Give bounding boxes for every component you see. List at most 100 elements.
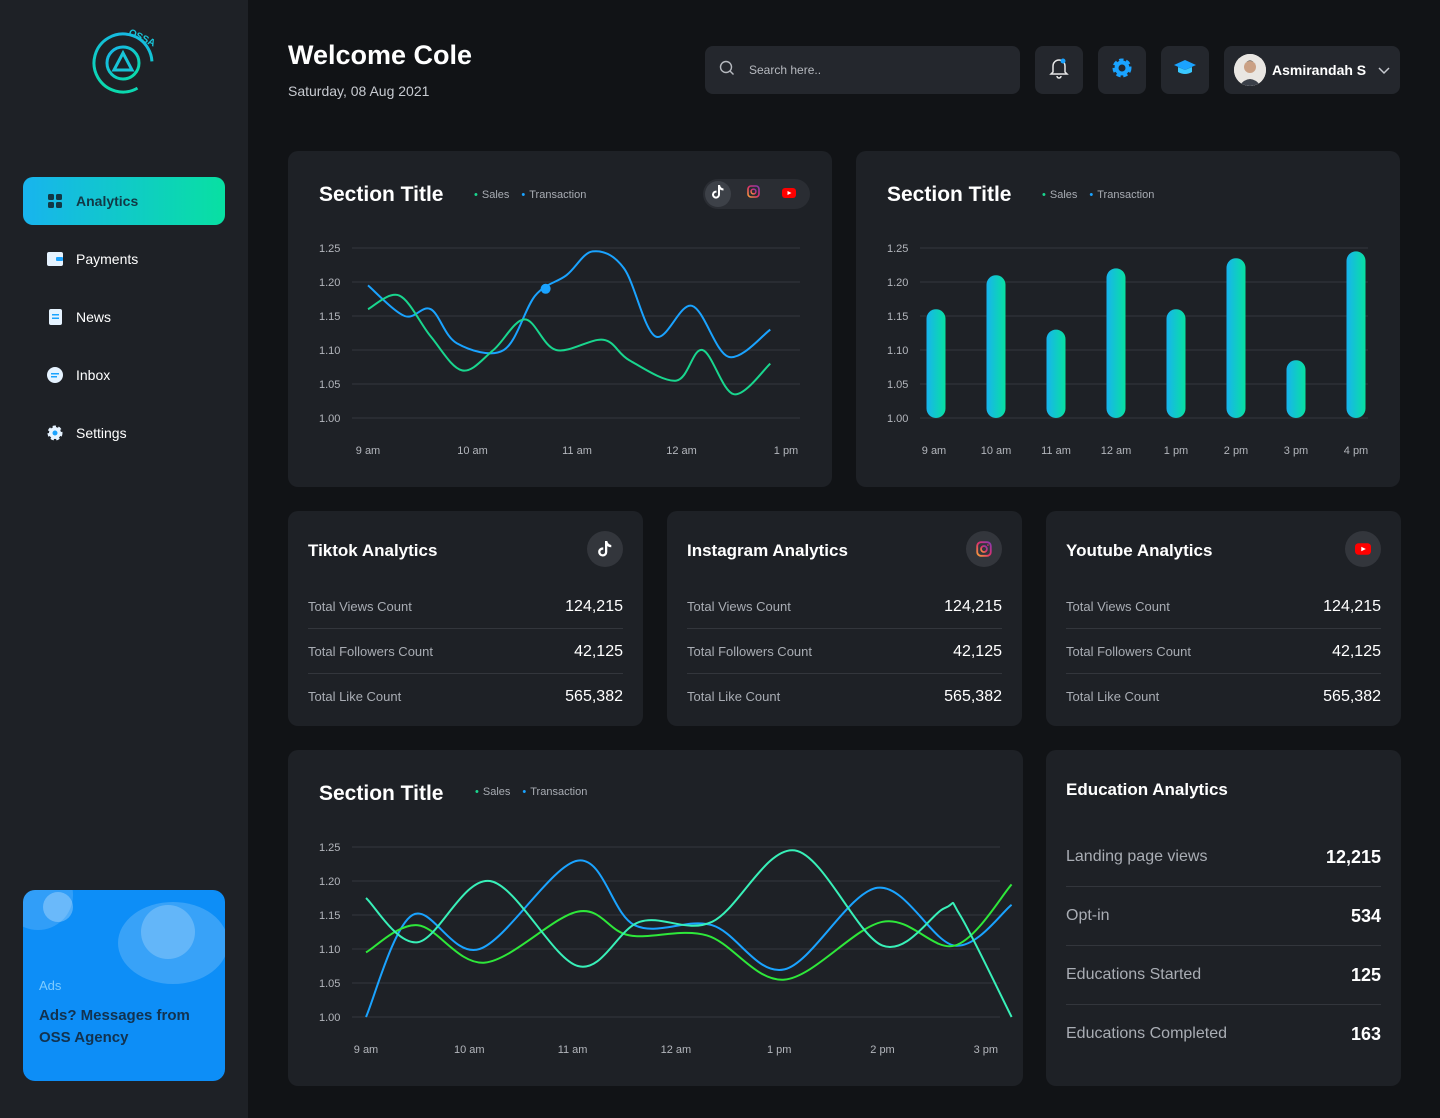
stat-label: Opt-in xyxy=(1066,907,1110,924)
stat-label: Educations Started xyxy=(1066,966,1202,983)
sidebar-item-label: Payments xyxy=(76,251,139,267)
chevron-down-icon xyxy=(1378,62,1390,80)
sidebar-item-settings[interactable]: Settings xyxy=(23,409,225,457)
x-tick-label: 12 am xyxy=(666,445,697,457)
stat-label: Total Views Count xyxy=(1066,599,1170,614)
y-tick-label: 1.10 xyxy=(319,944,340,956)
x-tick-label: 1 pm xyxy=(767,1044,791,1056)
youtube-icon[interactable] xyxy=(1345,531,1381,567)
x-tick-label: 9 am xyxy=(922,445,946,457)
stat-label: Total Views Count xyxy=(308,599,412,614)
stat-value: 534 xyxy=(1350,905,1381,926)
stat-row: Total Followers Count 42,125 xyxy=(308,629,623,674)
x-tick-label: 11 am xyxy=(558,1044,588,1056)
user-name: Asmirandah S xyxy=(1272,62,1367,78)
stat-value: 42,125 xyxy=(1332,642,1381,660)
sidebar-item-payments[interactable]: Payments xyxy=(23,235,225,283)
stat-value: 163 xyxy=(1350,1023,1381,1044)
y-tick-label: 1.10 xyxy=(887,345,908,357)
stat-row: Educations Completed 163 xyxy=(1066,1011,1381,1057)
sidebar-item-analytics[interactable]: Analytics xyxy=(23,177,225,225)
sidebar-item-inbox[interactable]: Inbox xyxy=(23,351,225,399)
y-tick-label: 1.15 xyxy=(319,910,340,922)
sidebar-item-label: Inbox xyxy=(76,367,111,383)
chat-icon xyxy=(47,367,63,383)
x-tick-label: 2 pm xyxy=(1224,445,1248,457)
gear-icon xyxy=(1111,57,1133,84)
card-title: Tiktok Analytics xyxy=(308,541,438,560)
x-tick-label: 9 am xyxy=(356,445,380,457)
instagram-analytics-card: Instagram Analytics Total Views Count 124… xyxy=(667,511,1022,726)
y-tick-label: 1.20 xyxy=(887,277,908,289)
notifications-button[interactable] xyxy=(1035,46,1083,94)
stat-value: 42,125 xyxy=(953,642,1002,660)
stat-label: Total Like Count xyxy=(308,689,402,704)
x-tick-label: 9 am xyxy=(354,1044,378,1056)
stat-row: Total Followers Count 42,125 xyxy=(687,629,1002,674)
x-tick-label: 11 am xyxy=(562,445,592,457)
card-title: Education Analytics xyxy=(1066,780,1228,799)
instagram-icon[interactable] xyxy=(966,531,1002,567)
sidebar-item-label: News xyxy=(76,309,112,325)
gear-icon xyxy=(47,425,63,441)
stat-label: Educations Completed xyxy=(1066,1025,1227,1042)
y-tick-label: 1.00 xyxy=(319,413,340,425)
graduation-cap-icon xyxy=(1173,58,1197,83)
ads-message: Ads? Messages from OSS Agency xyxy=(39,1007,190,1046)
stat-label: Total Followers Count xyxy=(687,644,812,659)
stat-row: Total Like Count 565,382 xyxy=(308,674,623,719)
x-tick-label: 1 pm xyxy=(1164,445,1188,457)
multi-line-chart-card: Section Title Sales Transaction 1.251.20… xyxy=(288,750,1023,1086)
education-button[interactable] xyxy=(1161,46,1209,94)
y-tick-label: 1.10 xyxy=(319,345,340,357)
brand-logo[interactable]: OSSA xyxy=(88,26,160,98)
bar-chart-card: Section Title Sales Transaction 1.251.20… xyxy=(856,151,1400,487)
stat-row: Total Views Count 124,215 xyxy=(1066,584,1381,629)
x-tick-label: 3 pm xyxy=(974,1044,998,1056)
line-chart: 1.25 1.20 1.15 1.10 1.05 1.00 9 am 10 am 11 am 12… xyxy=(319,243,800,457)
bar xyxy=(1106,268,1126,418)
stat-value: 42,125 xyxy=(574,642,623,660)
search-input[interactable] xyxy=(749,63,989,77)
stat-label: Total Like Count xyxy=(1066,689,1160,704)
avatar xyxy=(1234,54,1266,86)
series-line-transaction xyxy=(367,250,771,358)
x-tick-label: 10 am xyxy=(454,1044,485,1056)
y-tick-label: 1.25 xyxy=(319,842,340,854)
user-profile-menu[interactable]: Asmirandah S xyxy=(1224,46,1400,94)
y-tick-label: 1.00 xyxy=(887,413,908,425)
card-title: Instagram Analytics xyxy=(687,541,848,560)
bar xyxy=(986,275,1006,418)
y-tick-label: 1.15 xyxy=(319,311,340,323)
stat-row: Landing page views 12,215 xyxy=(1066,834,1381,880)
y-tick-label: 1.20 xyxy=(319,277,340,289)
bar xyxy=(1346,251,1366,418)
tiktok-icon[interactable] xyxy=(587,531,623,567)
stat-row: Opt-in 534 xyxy=(1066,893,1381,939)
data-point-marker xyxy=(540,283,551,294)
stat-row: Total Views Count 124,215 xyxy=(308,584,623,629)
stat-value: 124,215 xyxy=(944,597,1002,615)
tiktok-analytics-card: Tiktok Analytics Total Views Count 124,21… xyxy=(288,511,643,726)
youtube-analytics-card: Youtube Analytics Total Views Count 124,2… xyxy=(1046,511,1401,726)
y-tick-label: 1.00 xyxy=(319,1012,340,1024)
ads-banner[interactable]: Ads Ads? Messages from OSS Agency xyxy=(23,890,225,1081)
y-tick-label: 1.05 xyxy=(319,978,340,990)
settings-button[interactable] xyxy=(1098,46,1146,94)
sidebar-item-news[interactable]: News xyxy=(23,293,225,341)
search-bar[interactable] xyxy=(705,46,1020,94)
bell-icon xyxy=(1049,57,1069,84)
stat-row: Total Followers Count 42,125 xyxy=(1066,629,1381,674)
bar xyxy=(1286,360,1306,418)
stat-value: 565,382 xyxy=(1323,687,1381,705)
stat-row: Total Views Count 124,215 xyxy=(687,584,1002,629)
stat-row: Total Like Count 565,382 xyxy=(687,674,1002,719)
search-icon xyxy=(719,60,735,81)
page-title: Welcome Cole xyxy=(288,40,473,70)
grid-icon xyxy=(47,193,63,209)
bar xyxy=(926,309,946,418)
card-title: Youtube Analytics xyxy=(1066,541,1213,560)
current-date: Saturday, 08 Aug 2021 xyxy=(288,83,430,99)
x-tick-label: 10 am xyxy=(981,445,1012,457)
line-chart-card: Section Title Sales Transaction 1.251.20… xyxy=(288,151,832,487)
